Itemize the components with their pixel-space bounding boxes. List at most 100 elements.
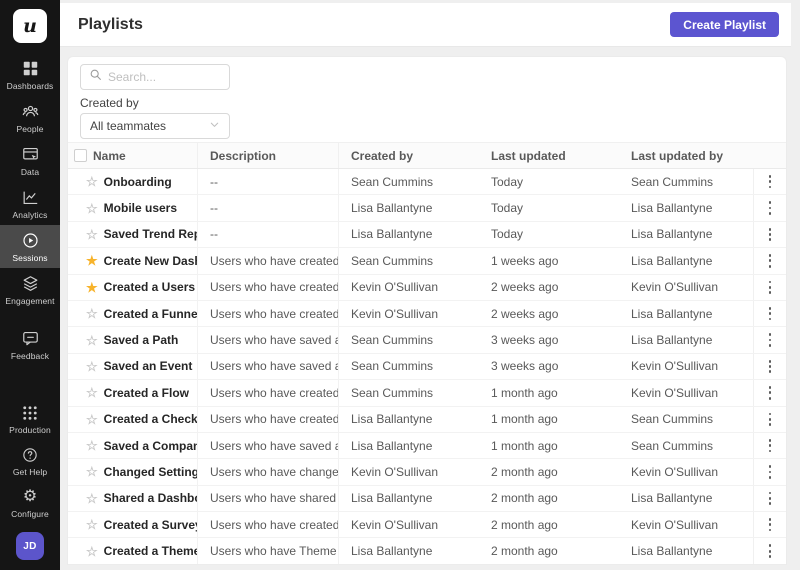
- table-row[interactable]: ☆ Created a Flow Users who have created …: [68, 380, 786, 406]
- last-updated-by-cell: Lisa Ballantyne: [619, 248, 753, 273]
- star-icon[interactable]: ☆: [86, 413, 98, 426]
- table-row[interactable]: ☆ Saved an Event Users who have saved an…: [68, 354, 786, 380]
- sidebar-item-sessions[interactable]: Sessions: [0, 225, 60, 268]
- chevron-down-icon: [209, 119, 220, 133]
- kebab-icon: [769, 228, 772, 241]
- playlist-name: Onboarding: [104, 175, 172, 189]
- created-by-cell: Sean Cummins: [339, 354, 479, 379]
- table-row[interactable]: ☆ Created a Funnel Users who have create…: [68, 301, 786, 327]
- star-icon[interactable]: ☆: [86, 545, 98, 558]
- table-row[interactable]: ☆ Saved Trend Report - C... -- Lisa Ball…: [68, 222, 786, 248]
- star-icon[interactable]: ☆: [86, 202, 98, 215]
- description-cell: Users who have created a flow: [198, 380, 339, 405]
- description-cell: Users who have saved an Event: [198, 354, 339, 379]
- row-menu-button[interactable]: [753, 433, 786, 458]
- star-icon[interactable]: ★: [86, 281, 98, 294]
- table-row[interactable]: ☆ Onboarding -- Sean Cummins Today Sean …: [68, 169, 786, 195]
- row-menu-button[interactable]: [753, 354, 786, 379]
- created-by-select[interactable]: All teammates: [80, 113, 230, 139]
- star-icon[interactable]: ☆: [86, 228, 98, 241]
- last-updated-by-cell: Lisa Ballantyne: [619, 301, 753, 326]
- gear-icon: ⚙: [23, 488, 37, 506]
- create-playlist-button[interactable]: Create Playlist: [670, 12, 779, 37]
- table-row[interactable]: ☆ Saved a Path Users who have saved a Pa…: [68, 327, 786, 353]
- created-by-cell: Kevin O'Sullivan: [339, 459, 479, 484]
- kebab-icon: [769, 386, 772, 399]
- table-row[interactable]: ☆ Created a Survey Users who have create…: [68, 512, 786, 538]
- row-menu-button[interactable]: [753, 512, 786, 537]
- description-cell: Users who have created a che...: [198, 407, 339, 432]
- star-icon[interactable]: ☆: [86, 360, 98, 373]
- row-menu-button[interactable]: [753, 380, 786, 405]
- table-row[interactable]: ☆ Changed Settings Users who have change…: [68, 459, 786, 485]
- sidebar-item-configure[interactable]: ⚙ Configure: [0, 482, 60, 524]
- sidebar-item-get-help[interactable]: Get Help: [0, 440, 60, 482]
- table-row[interactable]: ☆ Shared a Dashboard Users who have shar…: [68, 486, 786, 512]
- last-updated-cell: Today: [479, 195, 619, 220]
- created-by-cell: Lisa Ballantyne: [339, 433, 479, 458]
- search-icon: [89, 68, 102, 86]
- app-logo[interactable]: u: [13, 9, 47, 43]
- row-menu-button[interactable]: [753, 169, 786, 194]
- star-icon[interactable]: ☆: [86, 518, 98, 531]
- row-menu-button[interactable]: [753, 538, 786, 563]
- row-menu-button[interactable]: [753, 301, 786, 326]
- sidebar-item-people[interactable]: People: [0, 96, 60, 139]
- select-all-checkbox[interactable]: [74, 149, 87, 162]
- row-menu-button[interactable]: [753, 222, 786, 247]
- kebab-icon: [769, 281, 772, 294]
- table-row[interactable]: ☆ Saved a Company Segm... Users who have…: [68, 433, 786, 459]
- row-menu-button[interactable]: [753, 275, 786, 300]
- created-by-cell: Sean Cummins: [339, 169, 479, 194]
- star-icon[interactable]: ☆: [86, 386, 98, 399]
- search-input[interactable]: [108, 70, 221, 84]
- playlist-name: Created a Users Segment: [104, 280, 198, 294]
- description-cell: Users who have Theme: [198, 538, 339, 563]
- name-column-header: Name: [68, 143, 198, 168]
- sidebar-item-data[interactable]: Data: [0, 139, 60, 182]
- star-icon[interactable]: ☆: [86, 307, 98, 320]
- row-menu-button[interactable]: [753, 248, 786, 273]
- row-menu-button[interactable]: [753, 459, 786, 484]
- last-updated-by-cell: Lisa Ballantyne: [619, 195, 753, 220]
- description-cell: Users who have created a Fun...: [198, 301, 339, 326]
- sidebar-item-engagement[interactable]: Engagement: [0, 268, 60, 311]
- search-box[interactable]: [80, 64, 230, 90]
- last-updated-cell: 2 month ago: [479, 538, 619, 563]
- table-row[interactable]: ★ Created a Users Segment Users who have…: [68, 275, 786, 301]
- actions-column-header: [753, 143, 786, 168]
- last-updated-by-cell: Sean Cummins: [619, 433, 753, 458]
- last-updated-cell: 3 weeks ago: [479, 354, 619, 379]
- row-menu-button[interactable]: [753, 407, 786, 432]
- star-icon[interactable]: ☆: [86, 439, 98, 452]
- kebab-icon: [769, 544, 772, 557]
- playlist-name: Changed Settings: [104, 465, 198, 479]
- sidebar-item-dashboards[interactable]: Dashboards: [0, 53, 60, 96]
- star-icon[interactable]: ☆: [86, 465, 98, 478]
- description-cell: Users who have saved a Path: [198, 327, 339, 352]
- row-menu-button[interactable]: [753, 195, 786, 220]
- sidebar-item-analytics[interactable]: Analytics: [0, 182, 60, 225]
- row-menu-button[interactable]: [753, 486, 786, 511]
- star-icon[interactable]: ☆: [86, 492, 98, 505]
- sidebar-item-production[interactable]: Production: [0, 398, 60, 440]
- table-row[interactable]: ☆ Mobile users -- Lisa Ballantyne Today …: [68, 195, 786, 221]
- last-updated-cell: 1 month ago: [479, 407, 619, 432]
- created-by-cell: Lisa Ballantyne: [339, 486, 479, 511]
- sidebar-item-label: Feedback: [11, 351, 49, 361]
- user-avatar[interactable]: JD: [16, 532, 44, 560]
- playlist-name: Create New Dashboard: [104, 254, 198, 268]
- sidebar-item-feedback[interactable]: Feedback: [0, 323, 60, 366]
- column-label-name: Name: [93, 149, 126, 163]
- kebab-icon: [769, 175, 772, 188]
- star-icon[interactable]: ★: [86, 254, 98, 267]
- table-row[interactable]: ☆ Created a Checklist Users who have cre…: [68, 407, 786, 433]
- last-updated-by-cell: Kevin O'Sullivan: [619, 354, 753, 379]
- last-updated-cell: Today: [479, 169, 619, 194]
- row-menu-button[interactable]: [753, 327, 786, 352]
- star-icon[interactable]: ☆: [86, 175, 98, 188]
- last-updated-by-cell: Kevin O'Sullivan: [619, 380, 753, 405]
- star-icon[interactable]: ☆: [86, 334, 98, 347]
- table-row[interactable]: ★ Create New Dashboard Users who have cr…: [68, 248, 786, 274]
- table-row[interactable]: ☆ Created a Theme Users who have Theme L…: [68, 538, 786, 564]
